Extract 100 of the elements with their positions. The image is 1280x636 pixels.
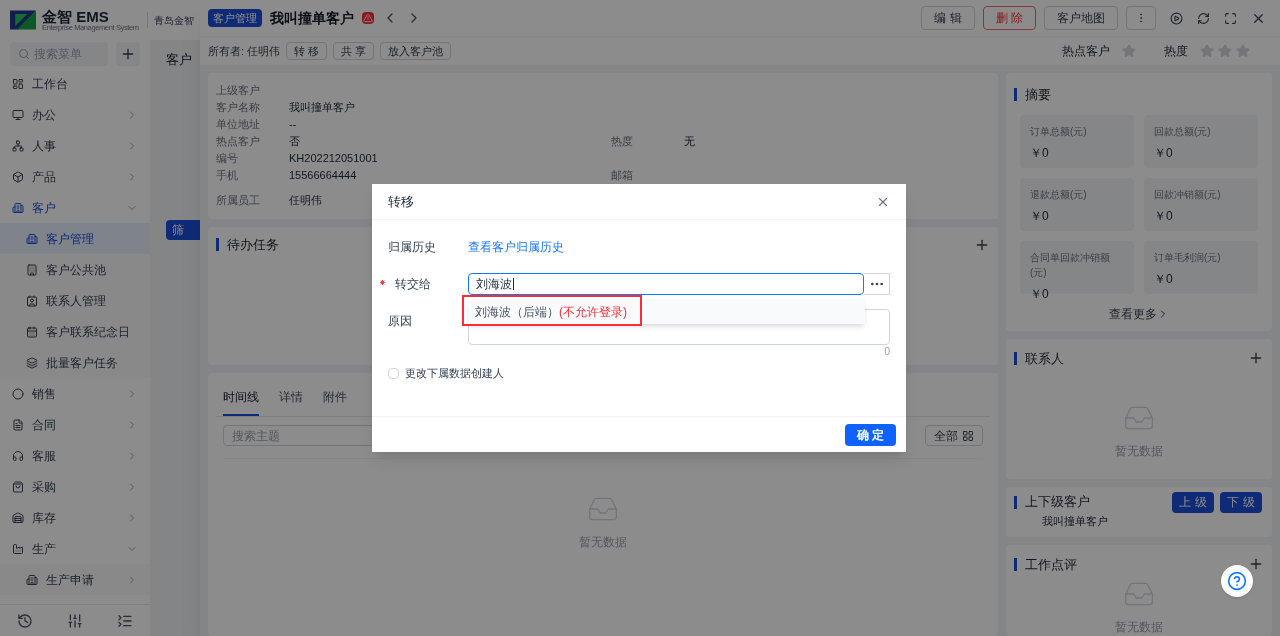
- owner-action-button[interactable]: 放入客户池: [380, 42, 452, 60]
- bag-icon: [12, 480, 24, 493]
- stat-label: 订单总额(元): [1030, 124, 1088, 139]
- building-icon: [26, 263, 38, 276]
- grid-icon: [962, 429, 974, 442]
- character-count: 0: [884, 345, 890, 359]
- field-value: 任明伟: [289, 193, 322, 209]
- menu-item[interactable]: 工作台: [0, 68, 150, 99]
- field-value: KH202212051001: [289, 151, 378, 167]
- stat-value: ￥0: [1030, 207, 1050, 225]
- card-title: 工作点评: [1025, 555, 1077, 574]
- warning-icon: [362, 12, 374, 24]
- menu-item[interactable]: 客服: [0, 440, 150, 471]
- view-more-link[interactable]: 查看更多: [1109, 304, 1169, 323]
- hierarchy-button[interactable]: 上 级: [1172, 491, 1214, 513]
- tab[interactable]: 详情: [279, 388, 303, 416]
- company-name: 青岛金智: [153, 13, 194, 28]
- star-icon[interactable]: [1200, 44, 1214, 58]
- building-icon: [26, 232, 38, 245]
- field-label: 所属员工: [216, 193, 261, 209]
- monitor-icon: [12, 108, 24, 121]
- logo-text: 金智 EMS: [42, 8, 110, 24]
- menu-item[interactable]: 人事: [0, 130, 150, 161]
- menu-item[interactable]: 库存: [0, 502, 150, 533]
- field-value: 否: [289, 134, 300, 150]
- contact-card-icon: [26, 294, 38, 307]
- star-icon[interactable]: [1218, 44, 1232, 58]
- submenu-item[interactable]: 批量客户任务: [0, 347, 150, 378]
- stat-label: 退款总额(元): [1030, 187, 1088, 202]
- circle-icon: [12, 387, 24, 400]
- rating-label: 热点客户: [1062, 43, 1110, 60]
- play-icon[interactable]: [1170, 11, 1183, 25]
- form-label: 原因: [388, 313, 412, 330]
- add-button[interactable]: [116, 42, 140, 66]
- action-button[interactable]: 客户地图: [1044, 6, 1118, 30]
- delete-button[interactable]: 删 除: [982, 6, 1036, 30]
- tab[interactable]: 时间线: [223, 388, 259, 416]
- history-icon[interactable]: [17, 612, 33, 629]
- stat-value: ￥0: [1154, 207, 1174, 225]
- module-tag: 客户管理: [208, 8, 262, 28]
- field-value: 我叫撞单客户: [289, 100, 355, 116]
- menu-item[interactable]: 客户: [0, 192, 150, 223]
- star-icon[interactable]: [1122, 44, 1136, 58]
- required-icon: [380, 280, 385, 285]
- field-label: 单位地址: [216, 117, 261, 133]
- factory-icon: [12, 542, 24, 555]
- search-icon: [18, 48, 30, 60]
- submenu-item[interactable]: 生产申请: [0, 564, 150, 595]
- field-label: 客户名称: [216, 100, 261, 116]
- form-label: 转交给: [394, 276, 431, 293]
- field-label: 热度: [611, 134, 634, 150]
- network-icon: [12, 139, 24, 152]
- field-value: --: [289, 117, 297, 133]
- owner-label: 所有者: 任明伟: [208, 43, 281, 59]
- action-button[interactable]: 编 辑: [921, 6, 975, 30]
- owner-action-button[interactable]: 转 移: [286, 42, 328, 60]
- stat-label: 合同单回款冲销额(元): [1030, 250, 1111, 280]
- menu-item[interactable]: 产品: [0, 161, 150, 192]
- assignee-field[interactable]: 刘海波: [468, 273, 864, 295]
- stat-label: 订单毛利润(元): [1154, 250, 1222, 265]
- field-label: 邮箱: [611, 168, 634, 184]
- field-label: 上级客户: [216, 83, 261, 99]
- field-value: 15566664444: [289, 168, 357, 184]
- card-title: 联系人: [1025, 349, 1064, 368]
- suggestion-option[interactable]: 刘海波（后端）(不允许登录): [468, 299, 865, 324]
- tab[interactable]: 附件: [323, 388, 347, 416]
- submenu-item[interactable]: 客户联系纪念日: [0, 316, 150, 347]
- confirm-button[interactable]: 确 定: [844, 423, 896, 446]
- owner-action-button[interactable]: 共 享: [333, 42, 375, 60]
- menu-item[interactable]: 办公: [0, 99, 150, 130]
- field-label: 编号: [216, 151, 239, 167]
- headset-icon: [12, 449, 24, 462]
- submenu-item[interactable]: 客户公共池: [0, 254, 150, 285]
- stat-value: ￥0: [1154, 144, 1174, 162]
- checkbox[interactable]: [388, 367, 399, 379]
- field-value: 无: [684, 134, 695, 150]
- sliders-icon[interactable]: [67, 612, 83, 629]
- dialog-title: 转移: [388, 192, 414, 211]
- field-label: 手机: [216, 168, 239, 184]
- hierarchy-item: 我叫撞单客户: [1042, 513, 1109, 529]
- stat-value: ￥0: [1030, 144, 1050, 162]
- submenu-item[interactable]: 联系人管理: [0, 285, 150, 316]
- history-link[interactable]: 查看客户归属历史: [468, 238, 564, 256]
- refresh-icon[interactable]: [1197, 11, 1210, 25]
- rating-label: 热度: [1164, 43, 1188, 60]
- hierarchy-button[interactable]: 下 级: [1220, 491, 1262, 513]
- menu-item[interactable]: 采购: [0, 471, 150, 502]
- menu-item[interactable]: 生产: [0, 533, 150, 564]
- menu-item[interactable]: 销售: [0, 378, 150, 409]
- menu-item[interactable]: 合同: [0, 409, 150, 440]
- field-label: 热点客户: [216, 134, 261, 150]
- star-icon[interactable]: [1236, 44, 1250, 58]
- collapse-menu-icon[interactable]: [117, 612, 133, 629]
- all-filter-button[interactable]: 全部: [925, 425, 983, 446]
- browse-button[interactable]: [864, 273, 890, 295]
- stat-label: 回款冲销额(元): [1154, 187, 1222, 202]
- submenu-item[interactable]: 客户管理: [0, 223, 150, 254]
- fullscreen-icon[interactable]: [1224, 11, 1237, 25]
- warehouse-icon: [12, 511, 24, 524]
- building-icon: [26, 573, 38, 586]
